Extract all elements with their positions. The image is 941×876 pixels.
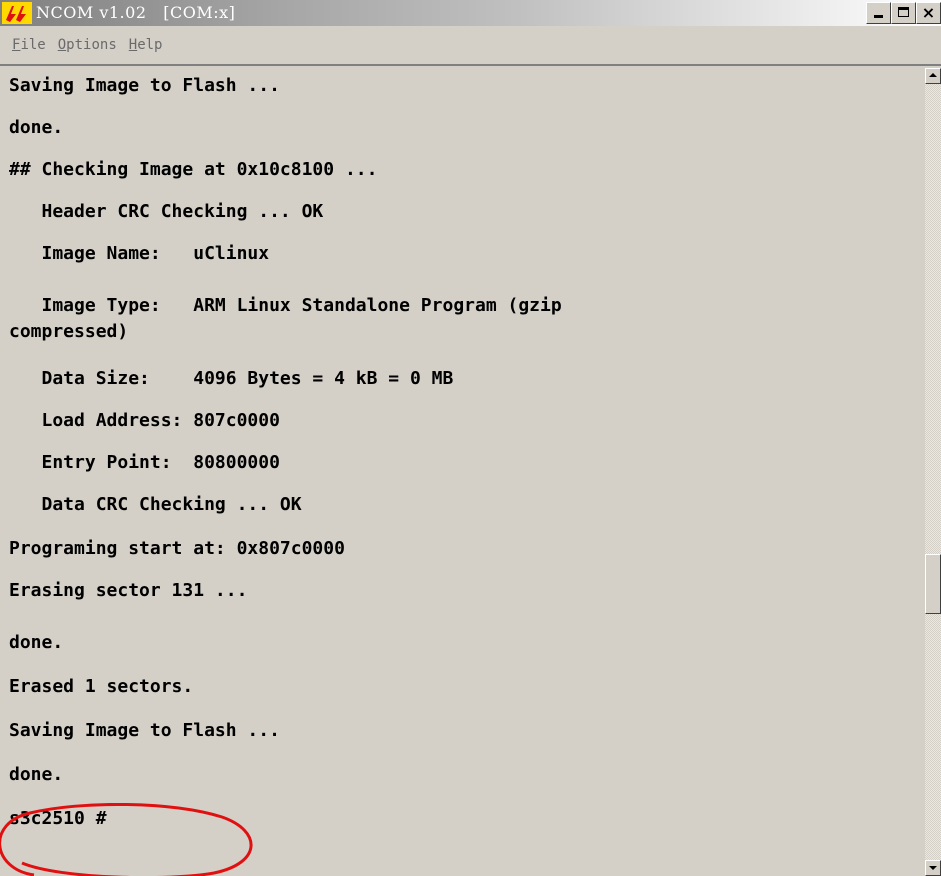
menu-file[interactable]: File <box>12 37 46 53</box>
close-icon[interactable]: × <box>916 2 941 24</box>
terminal-line: Saving Image to Flash ... <box>9 720 280 741</box>
scroll-down-arrow-icon[interactable] <box>925 860 941 876</box>
menu-options[interactable]: Options <box>58 37 117 53</box>
terminal-line: Load Address: 807c0000 <box>9 410 280 431</box>
terminal-line: Saving Image to Flash ... <box>9 75 280 96</box>
terminal-line: Data Size: 4096 Bytes = 4 kB = 0 MB <box>9 368 454 389</box>
menu-label-rest: ptions <box>66 37 117 53</box>
menu-help[interactable]: Help <box>129 37 163 53</box>
terminal-output[interactable]: Saving Image to Flash ... done. ## Check… <box>0 68 925 876</box>
terminal-prompt: s3c2510 # <box>9 808 107 829</box>
terminal-line: Data CRC Checking ... OK <box>9 494 302 515</box>
terminal-line: Erased 1 sectors. <box>9 676 194 697</box>
app-window: NCOM v1.02 [COM:x] × File Options Help S… <box>0 0 941 876</box>
minimize-icon[interactable] <box>866 2 891 24</box>
title-bar[interactable]: NCOM v1.02 [COM:x] × <box>0 0 941 26</box>
window-controls: × <box>866 2 941 24</box>
menu-label-rest: ile <box>20 37 46 53</box>
terminal-line: ## Checking Image at 0x10c8100 ... <box>9 159 378 180</box>
lightning-app-icon[interactable] <box>2 2 32 24</box>
vertical-scrollbar[interactable] <box>925 68 941 876</box>
menu-label-rest: elp <box>137 37 163 53</box>
terminal-line: Programing start at: 0x807c0000 <box>9 538 345 559</box>
terminal-line: done. <box>9 117 64 138</box>
terminal-line: compressed) <box>9 321 129 342</box>
terminal-line: done. <box>9 632 64 653</box>
terminal-line: Entry Point: 80800000 <box>9 452 280 473</box>
scroll-thumb[interactable] <box>925 554 941 614</box>
terminal-line: done. <box>9 764 64 785</box>
terminal-line: Image Type: ARM Linux Standalone Program… <box>9 295 562 316</box>
terminal-line: Image Name: uClinux <box>9 243 270 264</box>
menu-accelerator: H <box>128 37 138 53</box>
maximize-icon[interactable] <box>891 2 916 24</box>
terminal-line: Erasing sector 131 ... <box>9 580 248 601</box>
menu-accelerator: O <box>57 37 67 53</box>
terminal-line: Header CRC Checking ... OK <box>9 201 324 222</box>
scroll-up-arrow-icon[interactable] <box>925 68 941 84</box>
menu-bar: File Options Help <box>0 26 941 66</box>
window-title: NCOM v1.02 [COM:x] <box>36 3 236 22</box>
